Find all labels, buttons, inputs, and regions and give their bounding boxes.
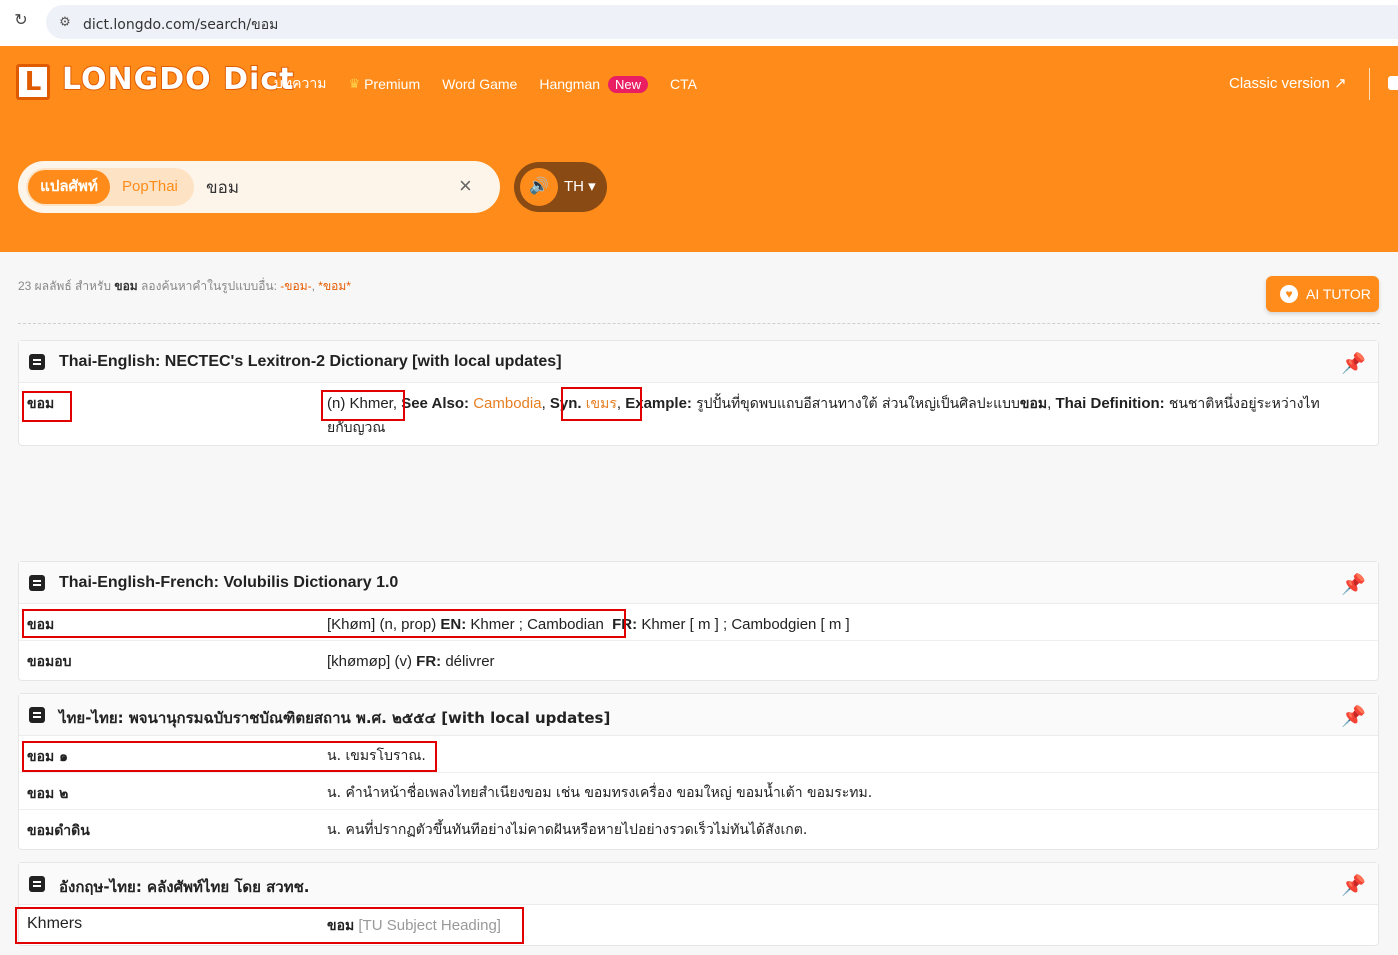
main-nav: บทความ ♛ Premium Word Game Hangman New CTA <box>274 74 697 94</box>
reload-icon[interactable]: ↻ <box>12 12 30 30</box>
ai-tutor-label: AI TUTOR <box>1306 286 1371 302</box>
card-title: Thai-English: NECTEC's Lexitron-2 Dictio… <box>59 353 562 370</box>
pin-icon[interactable]: 📌 <box>1341 873 1366 898</box>
card-header: ไทย-ไทย: พจนานุกรมฉบับราชบัณฑิตยสถาน พ.ศ… <box>19 694 1378 736</box>
language-select[interactable]: TH ▾ <box>564 177 596 195</box>
try-other-forms: ลองค้นหาคำในรูปแบบอื่น: <box>141 279 277 293</box>
nav-hangman[interactable]: Hangman New <box>539 75 649 93</box>
dashed-divider <box>18 323 1380 324</box>
book-icon <box>29 707 45 723</box>
book-icon <box>29 354 45 370</box>
card-title: ไทย-ไทย: พจนานุกรมฉบับราชบัณฑิตยสถาน พ.ศ… <box>59 709 611 727</box>
search-mode-toggle: แปลศัพท์ PopThai <box>26 168 194 206</box>
classic-version-link[interactable]: Classic version ↗ <box>1229 74 1347 92</box>
entry-term[interactable]: ขอมดำดิน <box>27 820 90 842</box>
header-divider <box>1369 68 1370 100</box>
highlight-box <box>22 391 72 422</box>
highlight-box <box>22 741 437 772</box>
nav-hangman-label: Hangman <box>539 76 601 92</box>
pin-icon[interactable]: 📌 <box>1341 704 1366 729</box>
card-header: Thai-English-French: Volubilis Dictionar… <box>19 562 1378 604</box>
results-summary: 23 ผลลัพธ์ สำหรับ ขอม ลองค้นหาคำในรูปแบบ… <box>18 279 351 293</box>
nav-premium[interactable]: ♛ Premium <box>348 76 420 92</box>
mode-popthai-button[interactable]: PopThai <box>122 170 178 204</box>
fr-translation: Khmer [ m ] ; Cambodgien [ m ] <box>641 616 850 633</box>
nav-cta[interactable]: CTA <box>670 76 697 92</box>
table-row: ขอม (n) Khmer, See Also: Cambodia, Syn. … <box>19 383 1378 445</box>
pin-icon[interactable]: 📌 <box>1341 351 1366 376</box>
card-header: Thai-English: NECTEC's Lexitron-2 Dictio… <box>19 341 1378 383</box>
card-title: อังกฤษ-ไทย: คลังศัพท์ไทย โดย สวทช. <box>59 878 310 896</box>
nav-premium-label: Premium <box>364 76 421 92</box>
url-text[interactable]: dict.longdo.com/search/ขอม <box>83 14 278 36</box>
highlight-box <box>561 387 642 421</box>
example-text: รูปปั้นที่ขุดพบแถบอีสานทางใต้ ส่วนใหญ่เป… <box>696 396 1020 412</box>
table-row: ขอมดำดิน น. คนที่ปรากฏตัวขึ้นทันทีอย่างไ… <box>19 810 1378 848</box>
search-box: แปลศัพท์ PopThai × <box>18 161 500 213</box>
highlight-box <box>22 609 626 638</box>
search-input[interactable] <box>206 171 446 203</box>
logo-text[interactable]: LONGDO Dict <box>61 61 294 98</box>
book-icon <box>29 575 45 591</box>
highlight-box <box>321 390 405 421</box>
speaker-icon[interactable]: 🔊 <box>520 168 558 206</box>
logo-icon[interactable]: L <box>16 64 50 100</box>
alt-search-link-1[interactable]: -ขอม- <box>280 279 311 293</box>
entry-term[interactable]: ขอม ๒ <box>27 783 68 805</box>
see-also-label: See Also: <box>401 395 470 412</box>
menu-icon[interactable] <box>1388 76 1398 90</box>
entry-definition: น. คนที่ปรากฏตัวขึ้นทันทีอย่างไม่คาดฝันห… <box>327 822 808 838</box>
results-term: ขอม <box>114 279 138 293</box>
dictionary-card: Thai-English: NECTEC's Lexitron-2 Dictio… <box>18 340 1379 446</box>
pin-icon[interactable]: 📌 <box>1341 572 1366 597</box>
entry-definition: น. เขมรโบราณ. <box>327 748 426 764</box>
logo-letter: L <box>24 67 42 97</box>
speech-control: 🔊 TH ▾ <box>514 162 607 212</box>
ai-tutor-icon: ♥ <box>1280 285 1298 303</box>
table-row: ขอม ๒ น. คำนำหน้าชื่อเพลงไทยสำเนียงขอม เ… <box>19 773 1378 810</box>
entry-definition: น. คำนำหน้าชื่อเพลงไทยสำเนียงขอม เช่น ขอ… <box>327 785 873 801</box>
mode-translate-button[interactable]: แปลศัพท์ <box>28 170 110 204</box>
alt-search-link-2[interactable]: *ขอม* <box>318 279 351 293</box>
nav-articles[interactable]: บทความ <box>274 73 326 95</box>
entry-definition: [khømøp] (v) FR: délivrer <box>327 650 1357 673</box>
results-count: 23 ผลลัพธ์ สำหรับ <box>18 279 112 293</box>
card-header: อังกฤษ-ไทย: คลังศัพท์ไทย โดย สวทช. 📌 <box>19 863 1378 905</box>
card-title: Thai-English-French: Volubilis Dictionar… <box>59 574 399 591</box>
address-bar[interactable]: ⚙ dict.longdo.com/search/ขอม <box>46 5 1398 39</box>
book-icon <box>29 876 45 892</box>
entry-definition: (n) Khmer, See Also: Cambodia, Syn. เขมร… <box>327 395 1320 436</box>
example-term: ขอม <box>1019 396 1048 412</box>
ai-tutor-button[interactable]: ♥ AI TUTOR <box>1266 276 1379 312</box>
pronunciation: [khømøp] (v) <box>327 653 412 670</box>
nav-word-game[interactable]: Word Game <box>442 76 517 92</box>
highlight-box <box>15 907 524 944</box>
clear-icon[interactable]: × <box>459 173 472 199</box>
entry-term[interactable]: ขอมอบ <box>27 651 72 673</box>
see-also-link[interactable]: Cambodia <box>473 395 541 412</box>
new-badge: New <box>608 75 649 93</box>
fr-translation: délivrer <box>445 653 495 670</box>
thai-definition-label: Thai Definition: <box>1055 395 1165 412</box>
crown-icon: ♛ <box>348 76 361 91</box>
site-info-icon[interactable]: ⚙ <box>56 13 74 31</box>
fr-label: FR: <box>416 653 442 670</box>
table-row: ขอมอบ [khømøp] (v) FR: délivrer <box>19 641 1378 679</box>
browser-toolbar: ↻ ⚙ dict.longdo.com/search/ขอม <box>0 0 1398 46</box>
site-header: L LONGDO Dict บทความ ♛ Premium Word Game … <box>0 46 1398 252</box>
